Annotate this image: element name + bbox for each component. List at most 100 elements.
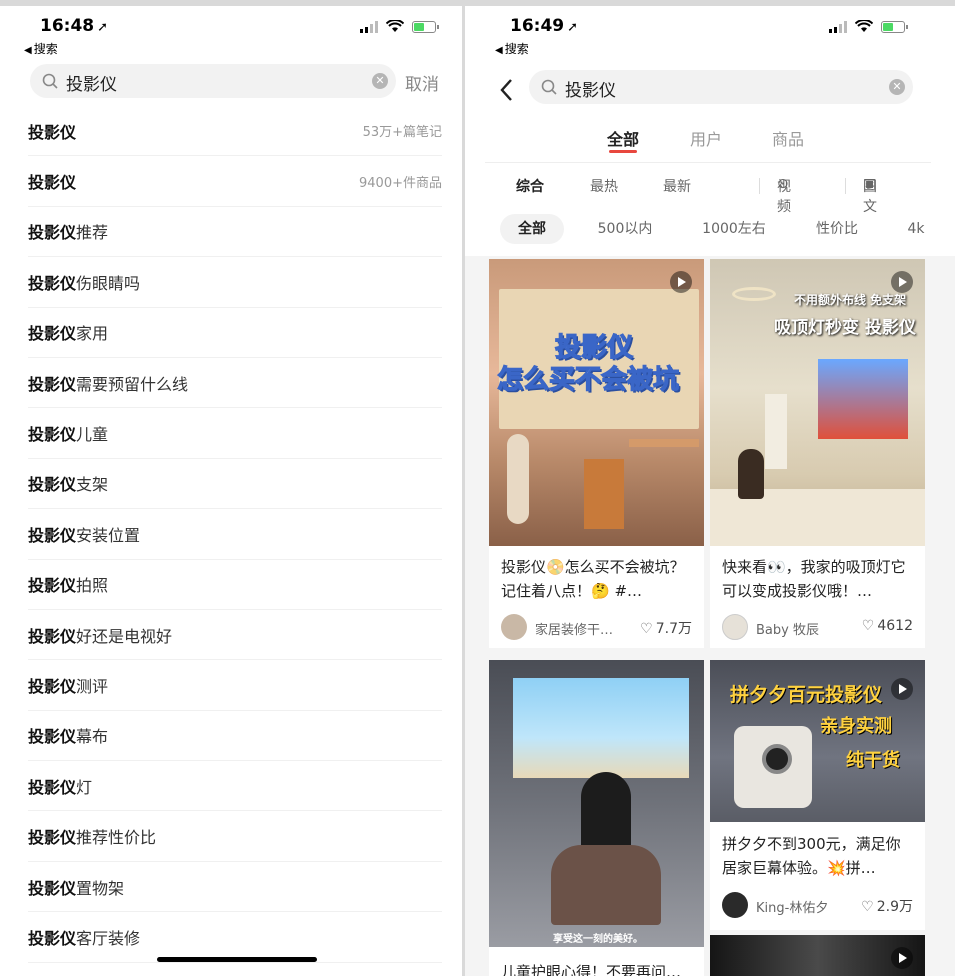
back-chevron-icon[interactable] [499,78,513,109]
note-card[interactable] [710,935,925,976]
suggestion-item[interactable]: 投影仪 9400+件商品 [28,156,442,207]
chip-value[interactable]: 性价比 [805,214,869,244]
author-name[interactable]: Baby 牧辰 [756,619,819,638]
note-card[interactable]: 享受这一刻的美好。 儿童护眼心得！不要再问… [489,660,704,976]
suggestion-item[interactable]: 投影仪灯 [28,761,442,812]
suggestion-text: 投影仪测评 [28,673,108,697]
suggestion-item[interactable]: 投影仪家用 [28,308,442,358]
note-cover-image: 享受这一刻的美好。 [489,660,704,947]
suggestion-keyword: 投影仪 [28,928,77,948]
location-arrow-icon: ➚ [97,20,109,35]
chip-all[interactable]: 全部 [500,214,564,244]
chip-around-1000[interactable]: 1000左右 [693,214,775,244]
status-bar: 16:48 ➚ [0,16,462,46]
cover-subtitle: 亲身实测 [820,716,892,737]
back-to-app[interactable]: ◀ 搜索 [24,40,58,57]
search-input[interactable]: 投影仪 ✕ [30,64,396,98]
author-name[interactable]: 家居装修干… [535,619,613,638]
door-shape [765,394,787,469]
sort-comprehensive[interactable]: 综合 [516,176,544,196]
suggestion-keyword: 投影仪 [28,475,77,495]
chip-under-500[interactable]: 500以内 [585,214,665,244]
suggestion-text: 投影仪置物架 [28,875,124,899]
tab-users[interactable]: 用户 [690,126,722,150]
suggestion-rest: 好还是电视好 [76,626,173,646]
signal-icon [829,20,847,33]
suggestion-item[interactable]: 投影仪置物架 [28,862,442,913]
search-suggestions-screen: 16:48 ➚ ◀ 搜索 投影仪 ✕ 取消 投影仪 53万+篇笔记 投影仪 9400+件商… [0,6,462,976]
clear-icon[interactable]: ✕ [889,79,905,95]
like-count[interactable]: ♡ 7.7万 [640,618,692,638]
suggestion-rest: 儿童 [76,425,109,445]
suggestion-text: 投影仪支架 [28,471,108,495]
note-card[interactable]: 投影仪 怎么买不会被坑 投影仪📀怎么买不会被坑？记住着八点！🤔 #… 家居装修干… [489,259,704,648]
clear-icon[interactable]: ✕ [372,73,388,89]
sort-newest[interactable]: 最新 [663,176,691,196]
status-icons [829,20,908,33]
suggestion-item[interactable]: 投影仪幕布 [28,711,442,762]
divider [485,162,931,163]
like-count[interactable]: ♡ 4612 [862,618,913,634]
tab-products[interactable]: 商品 [772,126,804,150]
note-cover-image: 不用额外布线 免支架 吸顶灯秒变 投影仪 [710,259,925,546]
note-card[interactable]: 不用额外布线 免支架 吸顶灯秒变 投影仪 快来看👀，我家的吸顶灯它可以变成投影仪… [710,259,925,648]
back-to-app[interactable]: ◀ 搜索 [495,40,529,57]
location-arrow-icon: ➚ [567,20,579,35]
battery-icon [881,20,908,33]
suggestion-item[interactable]: 投影仪 53万+篇笔记 [28,106,442,157]
heart-icon: ♡ [861,618,875,634]
search-input[interactable]: 投影仪 ✕ [529,70,913,104]
suggestion-item[interactable]: 投影仪推荐性价比 [28,811,442,862]
cover-title: 拼夕夕百元投影仪 [730,684,883,706]
wifi-icon [386,20,404,32]
suggestion-keyword: 投影仪 [28,173,77,193]
note-cover-image: 拼夕夕百元投影仪 亲身实测 纯干货 [710,660,925,822]
suggestion-keyword: 投影仪 [28,576,77,596]
note-card[interactable]: 拼夕夕百元投影仪 亲身实测 纯干货 拼夕夕不到300元，满足你居家巨幕体验。💥拼… [710,660,925,930]
suggestion-item[interactable]: 投影仪伤眼睛吗 [28,257,442,308]
suggestion-item[interactable]: 投影仪支架 [28,459,442,510]
suggestion-item[interactable]: 投影仪拍照 [28,560,442,610]
suggestion-text: 投影仪幕布 [28,723,108,747]
avatar[interactable] [722,614,748,640]
heart-icon: ♡ [640,621,653,637]
filter-chips: 全部 500以内 1000左右 性价比 4k [465,214,955,246]
status-icons [360,20,439,33]
suggestion-keyword: 投影仪 [28,676,77,696]
cancel-button[interactable]: 取消 [405,70,439,95]
projector-lens-shape [762,744,792,774]
suggestion-item[interactable]: 投影仪需要预留什么线 [28,358,442,409]
suggestion-item[interactable]: 投影仪测评 [28,660,442,711]
tab-all[interactable]: 全部 [607,126,639,150]
like-count[interactable]: ♡ 2.9万 [861,896,913,916]
suggestion-item[interactable]: 投影仪安装位置 [28,509,442,560]
battery-icon [412,20,439,33]
suggestion-rest: 家用 [76,324,109,344]
child-body-shape [551,845,661,925]
cabinet-shape [584,459,624,529]
suggestion-keyword: 投影仪 [28,273,77,293]
play-icon [891,947,913,969]
suggestion-keyword: 投影仪 [28,374,77,394]
fan-shape [507,434,529,524]
sort-bar: 综合 最热 最新 视频 ⊙ 图文 ▣ [516,176,877,215]
wifi-icon [855,20,873,32]
suggestion-item[interactable]: 投影仪推荐 [28,207,442,258]
child-shape [738,449,764,499]
play-circle-icon: ⊙ [777,176,789,192]
note-footer: 家居装修干… ♡ 7.7万 [501,614,692,640]
suggestion-keyword: 投影仪 [28,777,77,797]
chip-4k[interactable]: 4k [901,214,931,244]
avatar[interactable] [722,892,748,918]
sort-hottest[interactable]: 最热 [590,176,618,196]
tab-active-indicator [609,150,637,153]
suggestion-item[interactable]: 投影仪好还是电视好 [28,610,442,661]
avatar[interactable] [501,614,527,640]
author-name[interactable]: King-林佑夕 [756,897,828,916]
suggestion-item[interactable]: 投影仪客厅装修 [28,912,442,963]
play-icon [891,271,913,293]
note-title: 拼夕夕不到300元，满足你居家巨幕体验。💥拼… [722,835,901,877]
suggestion-rest: 客厅装修 [76,928,141,948]
home-indicator[interactable] [157,957,317,962]
suggestion-item[interactable]: 投影仪儿童 [28,408,442,459]
